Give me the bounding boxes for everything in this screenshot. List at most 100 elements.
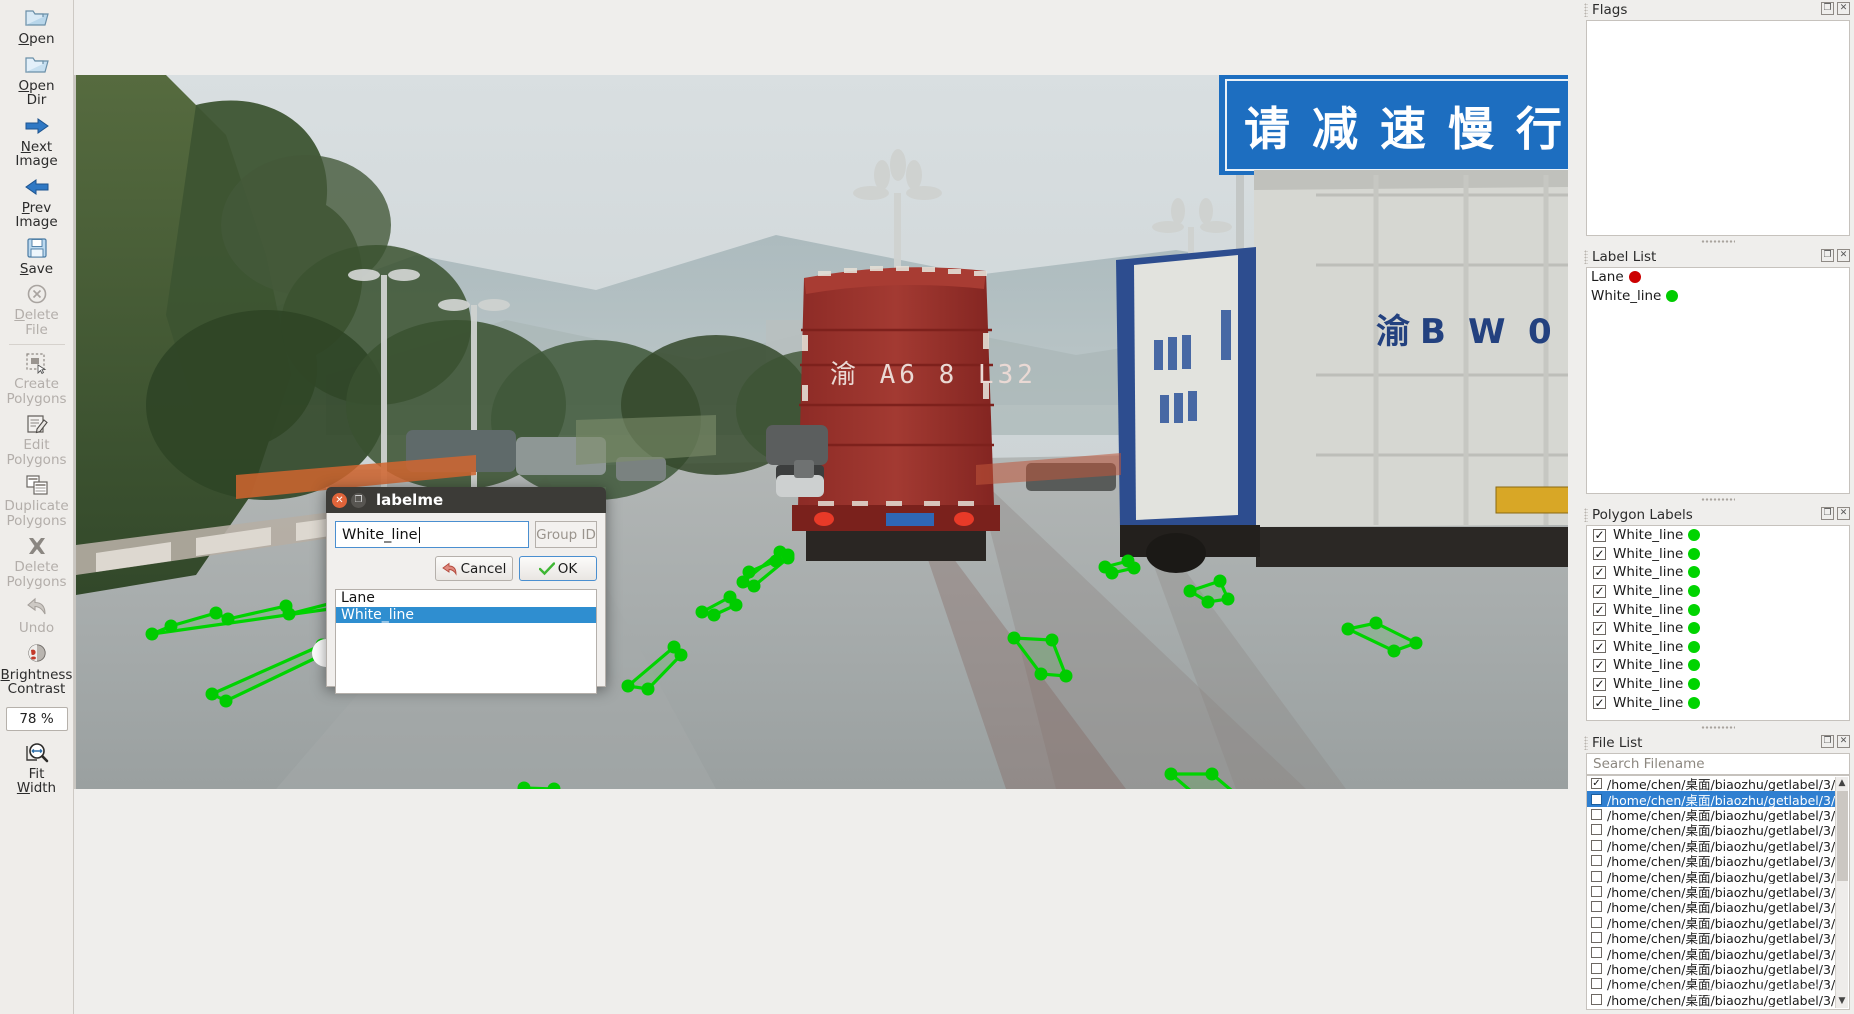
tool-delete-file[interactable]: Delete File xyxy=(0,278,74,339)
polygon-visibility-checkbox[interactable]: ✓ xyxy=(1593,547,1606,561)
file-list-row[interactable]: /home/chen/桌面/biaozhu/getlabel/3/1 xyxy=(1587,915,1835,930)
close-icon[interactable]: ✕ xyxy=(1837,249,1850,262)
file-checkbox[interactable] xyxy=(1591,1009,1602,1010)
polygon-vertex[interactable] xyxy=(1213,574,1227,588)
splitter-polygons-filelist[interactable] xyxy=(1582,723,1854,732)
polygon-label-row[interactable]: ✓ White_line xyxy=(1587,693,1849,712)
float-icon[interactable]: ❐ xyxy=(1821,735,1834,748)
polygon-vertex[interactable] xyxy=(205,687,219,701)
polygon-vertex[interactable] xyxy=(282,607,296,621)
image-canvas[interactable]: 请减 速慢 行 渝 A6 8 L32 渝 B W 0 xyxy=(74,75,1568,789)
file-list-row[interactable]: /home/chen/桌面/biaozhu/getlabel/3/1 xyxy=(1587,853,1835,868)
tool-open-dir[interactable]: Open Dir xyxy=(0,49,74,110)
file-list-row[interactable]: /home/chen/桌面/biaozhu/getlabel/3/1 xyxy=(1587,807,1835,822)
maximize-icon[interactable]: ❐ xyxy=(351,492,366,508)
file-checkbox[interactable] xyxy=(1591,870,1602,882)
polygon-label-row[interactable]: ✓ White_line xyxy=(1587,545,1849,564)
tool-open[interactable]: Open xyxy=(0,2,74,49)
file-checkbox[interactable] xyxy=(1591,855,1602,867)
polygon-visibility-checkbox[interactable]: ✓ xyxy=(1593,528,1606,542)
label-list-items[interactable]: Lane White_line xyxy=(1586,267,1850,494)
file-list-row[interactable]: /home/chen/桌面/biaozhu/getlabel/3/1 xyxy=(1587,991,1835,1007)
tool-next-image[interactable]: Next Image xyxy=(0,110,74,171)
dialog-label-option[interactable]: White_line xyxy=(336,606,596,623)
tool-delete-polygons[interactable]: Delete Polygons xyxy=(0,530,74,591)
file-list-row[interactable]: /home/chen/桌面/biaozhu/getlabel/3/1 xyxy=(1587,976,1835,991)
tool-create-polygons[interactable]: Create Polygons xyxy=(0,347,74,408)
polygon-visibility-checkbox[interactable]: ✓ xyxy=(1593,696,1606,710)
file-checkbox[interactable] xyxy=(1591,885,1602,897)
file-checkbox[interactable] xyxy=(1591,916,1602,928)
polygon-label-row[interactable]: ✓ White_line xyxy=(1587,619,1849,638)
tool-save[interactable]: Save xyxy=(0,232,74,279)
polygon-vertex[interactable] xyxy=(781,548,795,562)
label-list-panel-buttons[interactable]: ❐ ✕ xyxy=(1821,249,1850,262)
search-filename-input[interactable]: Search Filename xyxy=(1586,753,1850,775)
zoom-level-field[interactable]: 78 % xyxy=(5,706,68,731)
polygon-vertex[interactable] xyxy=(1007,631,1021,645)
dialog-label-option[interactable]: Lane xyxy=(336,590,596,607)
polygon-vertex[interactable] xyxy=(674,648,688,662)
close-icon[interactable]: ✕ xyxy=(1837,2,1850,15)
polygon-vertex[interactable] xyxy=(747,579,761,593)
polygon-vertex[interactable] xyxy=(1127,561,1141,575)
float-icon[interactable]: ❐ xyxy=(1821,507,1834,520)
close-icon[interactable]: ✕ xyxy=(332,492,347,508)
ok-button[interactable]: OK xyxy=(519,556,597,581)
polygon-vertex[interactable] xyxy=(221,612,235,626)
dialog-label-options[interactable]: Lane White_line xyxy=(335,589,597,694)
panel-grip-icon[interactable] xyxy=(1584,508,1588,522)
flags-panel-buttons[interactable]: ❐ ✕ xyxy=(1821,2,1850,15)
file-checkbox[interactable] xyxy=(1591,993,1602,1005)
polygon-label-row[interactable]: ✓ White_line xyxy=(1587,600,1849,619)
polygon-vertex[interactable] xyxy=(641,682,655,696)
label-list-item[interactable]: Lane xyxy=(1587,268,1849,287)
polygon-vertex[interactable] xyxy=(1369,616,1383,630)
file-list-items[interactable]: ✓ /home/chen/桌面/biaozhu/getlabel/3/1/home… xyxy=(1587,776,1835,1010)
polygon-vertex[interactable] xyxy=(1409,636,1423,650)
polygon-visibility-checkbox[interactable]: ✓ xyxy=(1593,677,1606,691)
polygon-label-row[interactable]: ✓ White_line xyxy=(1587,526,1849,545)
scroll-up-arrow-icon[interactable]: ▲ xyxy=(1836,777,1848,790)
polygon-vertex[interactable] xyxy=(164,619,178,633)
tool-prev-image[interactable]: Prev Image xyxy=(0,171,74,232)
file-checkbox[interactable] xyxy=(1591,901,1602,913)
float-icon[interactable]: ❐ xyxy=(1821,249,1834,262)
polygon-label-row[interactable]: ✓ White_line xyxy=(1587,656,1849,675)
label-list-item[interactable]: White_line xyxy=(1587,287,1849,306)
file-list-row[interactable]: /home/chen/桌面/biaozhu/getlabel/3/1 xyxy=(1587,884,1835,899)
polygon-labels-items[interactable]: ✓ White_line ✓ White_line ✓ White_line ✓ White_… xyxy=(1586,525,1850,721)
polygon-vertex[interactable] xyxy=(1221,592,1235,606)
file-list-row[interactable]: /home/chen/桌面/biaozhu/getlabel/3/1 xyxy=(1587,961,1835,976)
polygon-vertex[interactable] xyxy=(1034,667,1048,681)
close-icon[interactable]: ✕ xyxy=(1837,735,1850,748)
polygon-vertex[interactable] xyxy=(1387,644,1401,658)
panel-grip-icon[interactable] xyxy=(1584,250,1588,264)
polygon-label-row[interactable]: ✓ White_line xyxy=(1587,563,1849,582)
panel-grip-icon[interactable] xyxy=(1584,736,1588,750)
file-checkbox[interactable] xyxy=(1591,824,1602,836)
close-icon[interactable]: ✕ xyxy=(1837,507,1850,520)
file-checkbox[interactable] xyxy=(1591,962,1602,974)
file-checkbox[interactable] xyxy=(1591,978,1602,990)
label-dialog[interactable]: ✕ ❐ labelme White_line Group ID Cancel O… xyxy=(326,487,606,694)
tool-duplicate-polygons[interactable]: Duplicate Polygons xyxy=(0,469,74,530)
file-checkbox[interactable] xyxy=(1591,947,1602,959)
polygon-vertex[interactable] xyxy=(621,679,635,693)
polygon-vertex[interactable] xyxy=(219,694,233,708)
file-checkbox[interactable] xyxy=(1591,793,1602,805)
file-list-row[interactable]: /home/chen/桌面/biaozhu/getlabel/3/1 xyxy=(1587,945,1835,961)
file-list-row[interactable]: /home/chen/桌面/biaozhu/getlabel/3/1 xyxy=(1587,899,1835,915)
file-list-row[interactable]: /home/chen/桌面/biaozhu/getlabel/3/1 xyxy=(1587,1007,1835,1010)
polygon-vertex[interactable] xyxy=(1164,767,1178,781)
canvas-area[interactable]: 请减 速慢 行 渝 A6 8 L32 渝 B W 0 xyxy=(74,0,1582,1014)
scroll-down-arrow-icon[interactable]: ▼ xyxy=(1836,995,1848,1008)
polygon-label-row[interactable]: ✓ White_line xyxy=(1587,582,1849,601)
polygon-visibility-checkbox[interactable]: ✓ xyxy=(1593,640,1606,654)
file-checkbox[interactable] xyxy=(1591,839,1602,851)
polygon-vertex[interactable] xyxy=(769,554,783,568)
polygon-visibility-checkbox[interactable]: ✓ xyxy=(1593,603,1606,617)
splitter-flags-labellist[interactable] xyxy=(1582,237,1854,246)
polygon-vertex[interactable] xyxy=(1183,584,1197,598)
polygon-vertex[interactable] xyxy=(695,605,709,619)
